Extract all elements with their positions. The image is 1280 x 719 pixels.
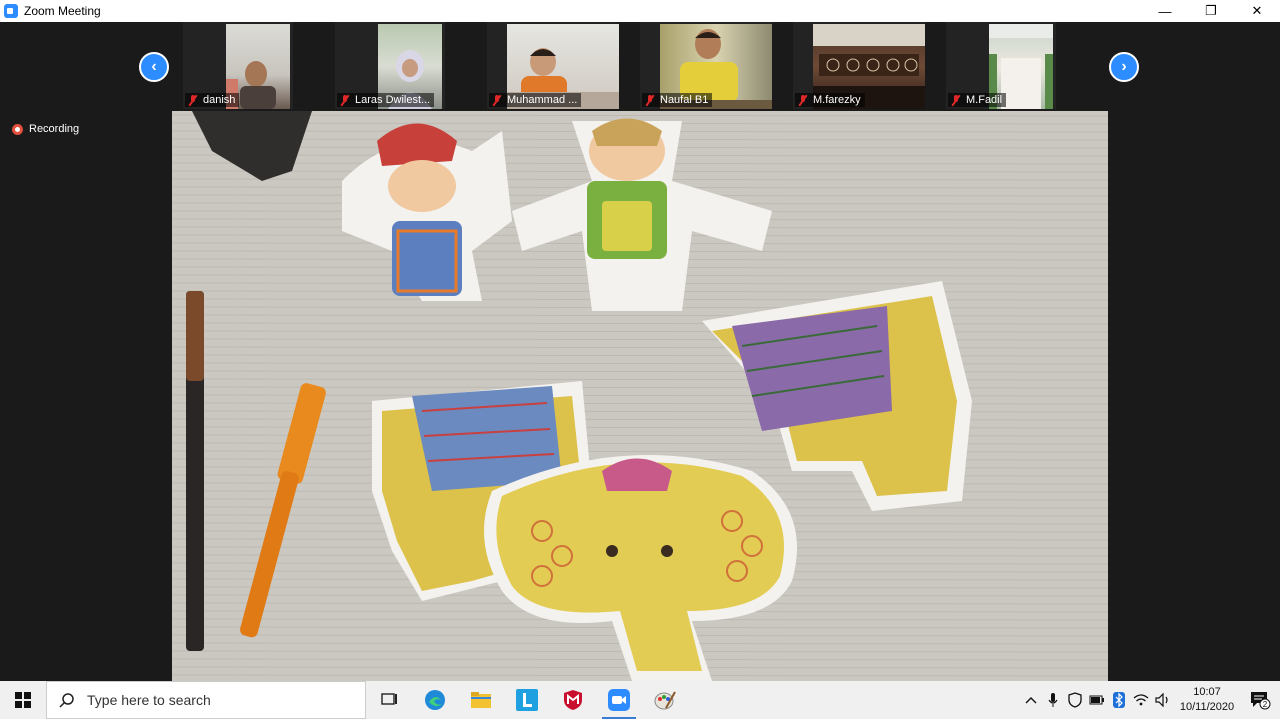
participant-name-label: Naufal B1: [642, 93, 713, 107]
participant-name-label: Muhammad ...: [489, 93, 582, 107]
participant-name-label: danish: [185, 93, 240, 107]
taskbar-clock[interactable]: 10:07 10/11/2020: [1174, 685, 1240, 715]
zoom-icon: [608, 689, 630, 711]
zoom-app-icon: [4, 4, 18, 18]
search-placeholder: Type here to search: [87, 692, 211, 708]
edge-browser-button[interactable]: [412, 681, 458, 719]
task-view-icon: [381, 693, 397, 705]
mic-muted-icon: [798, 94, 808, 106]
volume-tray-button[interactable]: [1152, 681, 1174, 719]
window-controls: — ❐ ✕: [1142, 0, 1280, 22]
battery-tray-button[interactable]: [1086, 681, 1108, 719]
mic-muted-icon: [188, 94, 198, 106]
participant-tile[interactable]: M.farezky: [793, 22, 925, 109]
notification-count: 2: [1263, 700, 1268, 709]
microphone-icon: [1048, 693, 1058, 707]
close-button[interactable]: ✕: [1234, 0, 1280, 22]
microphone-tray-button[interactable]: [1042, 681, 1064, 719]
window-title: Zoom Meeting: [24, 4, 101, 18]
task-view-button[interactable]: [366, 681, 412, 719]
shield-icon: [1068, 692, 1082, 708]
participant-tile[interactable]: Laras Dwilest...: [335, 22, 445, 109]
participant-name-label: Laras Dwilest...: [337, 93, 435, 107]
mic-muted-icon: [340, 94, 350, 106]
wifi-tray-button[interactable]: [1130, 681, 1152, 719]
clock-date: 10/11/2020: [1179, 701, 1235, 713]
bluetooth-icon: [1113, 692, 1125, 708]
action-center-button[interactable]: 2: [1240, 681, 1280, 719]
participant-tile[interactable]: Naufal B1: [640, 22, 772, 109]
main-video-feed: [172, 111, 1108, 681]
recording-dot-icon: [12, 123, 23, 135]
bluetooth-tray-button[interactable]: [1108, 681, 1130, 719]
file-explorer-button[interactable]: [458, 681, 504, 719]
mcafee-button[interactable]: [550, 681, 596, 719]
l-app-button[interactable]: [504, 681, 550, 719]
mic-muted-icon: [951, 94, 961, 106]
zoom-meeting-area: ‹ danish Laras Dwilest... Muhammad ... N…: [0, 22, 1280, 681]
next-page-button[interactable]: ›: [1109, 52, 1139, 82]
paper-craft-scene: [172, 111, 1108, 681]
mic-muted-icon: [645, 94, 655, 106]
mic-muted-icon: [492, 94, 502, 106]
search-icon: [59, 693, 74, 708]
start-button[interactable]: [0, 681, 46, 719]
restore-button[interactable]: ❐: [1188, 0, 1234, 22]
participant-tile[interactable]: M.Fadil: [946, 22, 1056, 109]
taskbar-search-box[interactable]: Type here to search: [46, 681, 366, 719]
edge-icon: [425, 690, 445, 710]
notification-icon: 2: [1251, 692, 1271, 710]
paint-button[interactable]: [642, 681, 688, 719]
windows-logo-icon: [15, 692, 31, 708]
participant-tile[interactable]: danish: [183, 22, 293, 109]
participant-name-label: M.Fadil: [948, 93, 1007, 107]
chevron-up-icon: [1025, 697, 1037, 704]
file-explorer-icon: [471, 692, 491, 708]
wifi-icon: [1133, 694, 1149, 706]
battery-icon: [1089, 695, 1104, 705]
minimize-button[interactable]: —: [1142, 0, 1188, 22]
paint-icon: [654, 691, 676, 710]
mcafee-icon: [564, 690, 582, 710]
recording-indicator: Recording: [12, 123, 79, 135]
windows-taskbar: Type here to search 10:07 10/11/2020 2: [0, 681, 1280, 719]
show-hidden-icons-button[interactable]: [1020, 681, 1042, 719]
participant-name-label: M.farezky: [795, 93, 865, 107]
clock-time: 10:07: [1193, 686, 1221, 698]
security-tray-button[interactable]: [1064, 681, 1086, 719]
l-app-icon: [516, 689, 538, 711]
zoom-taskbar-button[interactable]: [596, 681, 642, 719]
participant-tile[interactable]: Muhammad ...: [487, 22, 619, 109]
system-tray: 10:07 10/11/2020 2: [1020, 681, 1280, 719]
title-bar: Zoom Meeting — ❐ ✕: [0, 0, 1280, 22]
previous-page-button[interactable]: ‹: [139, 52, 169, 82]
speaker-icon: [1155, 693, 1168, 707]
